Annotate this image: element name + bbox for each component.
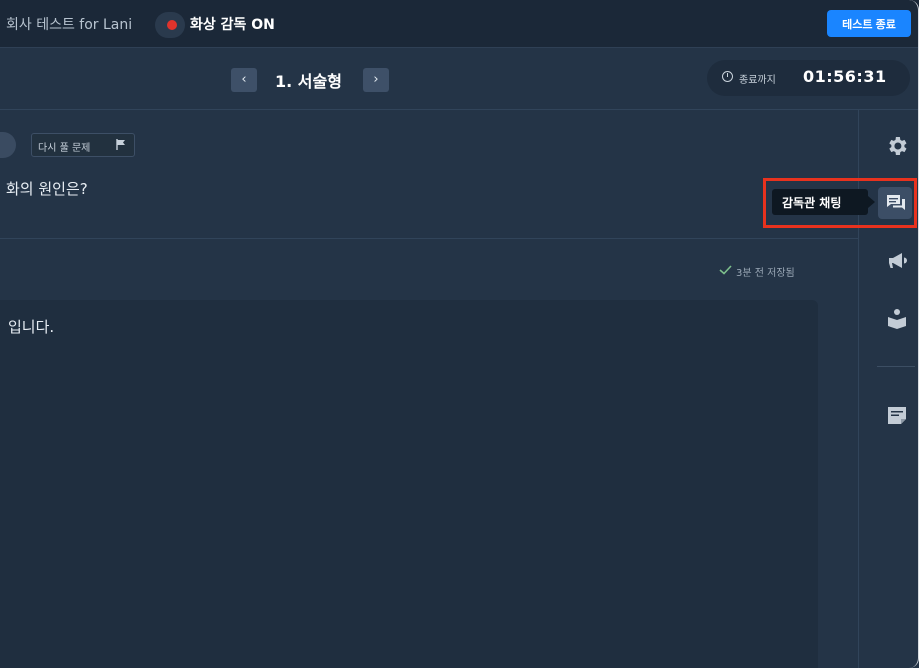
answer-text: 입니다.	[8, 318, 55, 336]
answer-textarea[interactable]	[0, 300, 818, 668]
top-bar	[0, 0, 919, 48]
saved-status: 3분 전 저장됨	[736, 268, 795, 279]
question-text: 화의 원인은?	[6, 180, 88, 198]
end-test-button[interactable]: 테스트 종료	[827, 10, 911, 37]
next-question-button[interactable]: ›	[363, 68, 389, 92]
clock-icon	[722, 71, 733, 82]
retry-question-label: 다시 풀 문제	[38, 143, 91, 154]
question-title: 1. 서술형	[275, 72, 342, 91]
recording-dot-icon	[167, 20, 177, 30]
prev-question-button[interactable]: ‹	[231, 68, 257, 92]
highlight-annotation	[763, 178, 917, 228]
timer-value: 01:56:31	[803, 67, 887, 86]
timer-label: 종료까지	[739, 75, 776, 86]
question-number-pill	[0, 132, 16, 158]
flag-icon	[116, 139, 125, 150]
test-window: 회사 테스트 for Lani 화상 감독 ON 테스트 종료 ‹ 1. 서술형…	[0, 0, 919, 668]
memo-icon[interactable]	[885, 403, 909, 427]
megaphone-icon[interactable]	[885, 249, 909, 273]
test-title: 회사 테스트 for Lani	[6, 17, 133, 33]
divider	[0, 238, 858, 239]
proctor-status: 화상 감독 ON	[190, 17, 275, 33]
person-book-icon[interactable]	[885, 306, 909, 330]
sidebar-divider	[877, 366, 915, 367]
gear-icon[interactable]	[885, 134, 909, 158]
